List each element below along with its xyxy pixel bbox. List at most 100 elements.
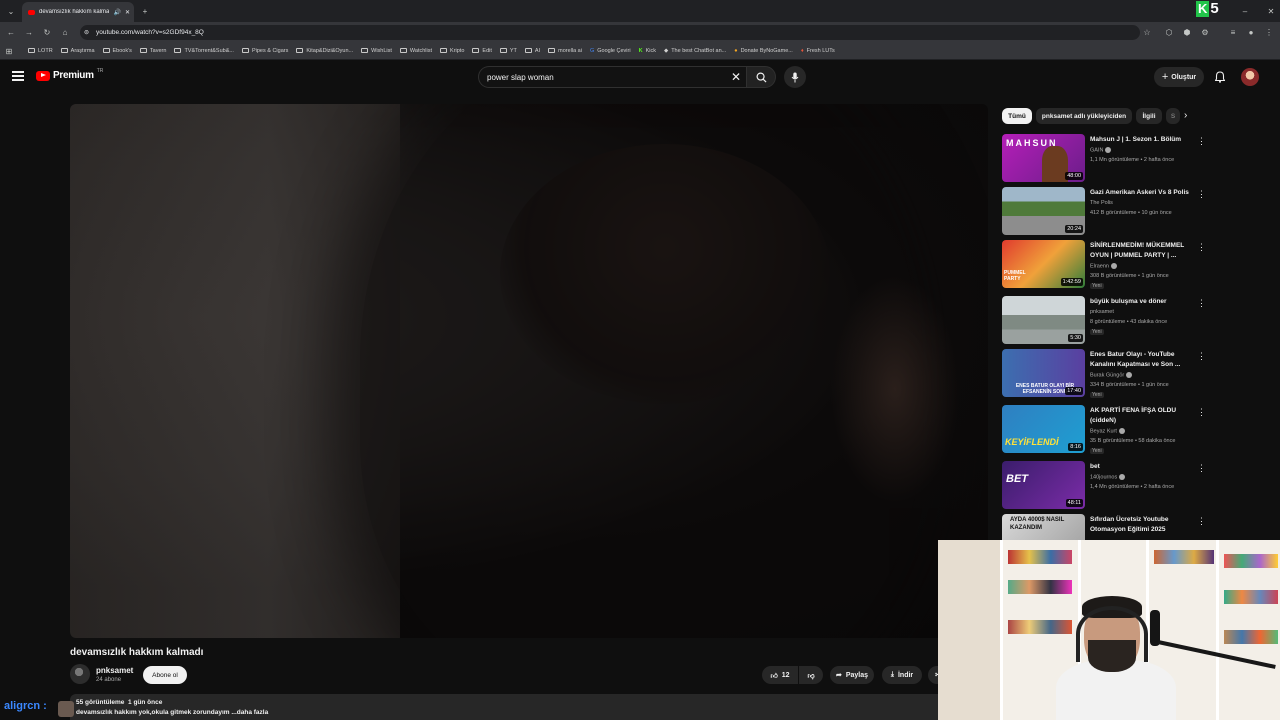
bookmark-lotr[interactable]: LOTR (28, 48, 53, 54)
recommendation-item[interactable]: AYDA 4000$ NASIL KAZANDIM Sıfırdan Ücret… (1002, 514, 1202, 540)
recommendation-item[interactable]: BET 48:11 bet 140journos 1,4 Mn görüntül… (1002, 461, 1206, 513)
folder-icon (440, 48, 448, 53)
media-controls-icon[interactable]: ≡ (1228, 27, 1238, 37)
recommendation-item[interactable]: 20:24 Gazi Amerikan Askeri Vs 8 Polis Th… (1002, 187, 1206, 239)
video-thumbnail[interactable]: MAHSUN 48:00 (1002, 134, 1085, 182)
description-box[interactable] (70, 694, 950, 720)
bookmark-ebooks[interactable]: Ebook's (102, 48, 132, 54)
video-thumbnail[interactable]: ENES BATUR OLAYI BİR EFSANENİN SONU 17:4… (1002, 349, 1085, 397)
profile-icon[interactable]: ● (1246, 27, 1256, 37)
tab-search-icon[interactable]: ⌄ (6, 6, 16, 16)
chip-from-uploader[interactable]: pnksamet adlı yükleyiciden (1036, 108, 1132, 124)
download-button[interactable]: ⤓ İndir (882, 666, 922, 684)
extension-shield-icon[interactable]: ⬢ (1182, 27, 1192, 37)
chevron-right-icon[interactable]: › (1184, 110, 1187, 121)
create-label: Oluştur (1171, 73, 1197, 81)
chip-all[interactable]: Tümü (1002, 108, 1032, 124)
recommendation-item[interactable]: MAHSUN 48:00 Mahsun J | 1. Sezon 1. Bölü… (1002, 134, 1206, 186)
bookmark-yt[interactable]: YT (499, 48, 517, 54)
recommendation-item[interactable]: 5:30 büyük buluşma ve döner pnksamet 8 g… (1002, 296, 1206, 348)
clear-search-icon[interactable]: ✕ (731, 70, 741, 84)
recommendation-item[interactable]: KEYİFLENDİ 8:16 AK PARTİ FENA İFŞA OLDU … (1002, 405, 1206, 457)
search-input[interactable]: power slap woman (478, 66, 746, 88)
more-options-icon[interactable]: ⋮ (1197, 298, 1206, 309)
video-thumbnail[interactable]: 5:30 (1002, 296, 1085, 344)
bookmark-kripto[interactable]: Kripto (440, 48, 464, 54)
bookmark-label: Fresh LUTs (806, 47, 835, 54)
create-button[interactable]: + Oluştur (1154, 67, 1204, 87)
bookmark-kick[interactable]: K Kick (639, 48, 656, 54)
more-options-icon[interactable]: ⋮ (1197, 516, 1202, 527)
books-row (1224, 590, 1278, 604)
more-options-icon[interactable]: ⋮ (1197, 136, 1206, 147)
chip-partial[interactable]: S (1166, 108, 1180, 124)
browser-menu-icon[interactable]: ⋮ (1264, 27, 1274, 37)
minimize-icon[interactable]: – (1240, 6, 1250, 16)
plus-icon: + (1161, 71, 1169, 83)
hamburger-menu-icon[interactable] (12, 71, 24, 81)
bookmark-tv-torrent[interactable]: TV&Torrent&Sub&... (174, 48, 234, 54)
youtube-premium-logo[interactable]: Premium TR (36, 68, 103, 81)
reload-icon[interactable]: ↻ (42, 27, 52, 37)
browser-tab[interactable]: devamsızlık hakkım kalmadı 🔊 ✕ (22, 2, 134, 22)
bookmark-tavern[interactable]: Tavern (139, 48, 166, 54)
extensions-puzzle-icon[interactable]: ⚙ (1200, 27, 1210, 37)
extension-icon[interactable]: ⬡ (1164, 27, 1174, 37)
bookmark-edit[interactable]: Edit (472, 48, 492, 54)
webcam-overlay (938, 540, 1280, 720)
more-options-icon[interactable]: ⋮ (1197, 189, 1206, 200)
bookmark-ai[interactable]: AI (524, 48, 540, 54)
more-options-icon[interactable]: ⋮ (1197, 407, 1206, 418)
back-icon[interactable]: ← (6, 27, 16, 37)
bookmark-donate[interactable]: ● Donate ByNoGame... (734, 48, 793, 54)
video-thumbnail[interactable]: KEYİFLENDİ 8:16 (1002, 405, 1085, 453)
window-close-icon[interactable]: ✕ (1266, 6, 1276, 16)
bookmark-arastirma[interactable]: Araştırma (60, 48, 95, 54)
bookmark-pipes[interactable]: Pipes & Cigars (241, 48, 288, 54)
bookmark-star-icon[interactable]: ☆ (1142, 27, 1152, 37)
more-options-icon[interactable]: ⋮ (1197, 463, 1206, 474)
more-options-icon[interactable]: ⋮ (1197, 242, 1206, 253)
bookmark-kitap[interactable]: Kitap&Dizi&Oyun... (296, 48, 353, 54)
bookmark-label: Donate ByNoGame... (740, 47, 793, 54)
dislike-button[interactable]: 👎︎ (799, 666, 823, 684)
address-bar[interactable]: ⊜ youtube.com/watch?v=s2GDf94x_8Q (80, 25, 1140, 40)
video-thumbnail[interactable]: PUMMEL PARTY 1:42:59 (1002, 240, 1085, 288)
voice-search-button[interactable] (784, 66, 806, 88)
video-thumbnail[interactable]: BET 48:11 (1002, 461, 1085, 509)
recommendation-title: SİNİRLENMEDİM! MÜKEMMEL OYUN | PUMMEL PA… (1090, 242, 1185, 259)
more-options-icon[interactable]: ⋮ (1197, 351, 1206, 362)
bookmark-watchlist[interactable]: Watchlist (399, 47, 433, 54)
video-thumbnail[interactable]: AYDA 4000$ NASIL KAZANDIM (1002, 514, 1085, 540)
video-player[interactable] (70, 104, 988, 638)
show-more-link[interactable]: ...daha fazla (231, 709, 268, 716)
notifications-bell-icon[interactable] (1212, 69, 1228, 85)
video-thumbnail[interactable]: 20:24 (1002, 187, 1085, 235)
like-button[interactable]: 👍︎ 12 (762, 666, 798, 684)
bookmark-chatbot[interactable]: ◆ The best ChatBot an... (664, 48, 726, 54)
subscribe-button[interactable]: Abone ol (143, 666, 187, 684)
channel-name[interactable]: pnksamet (96, 666, 133, 675)
bookmarks-bar: ⊞ LOTR Araştırma Ebook's Tavern TV&Torre… (0, 42, 1280, 60)
bookmark-fresh-luts[interactable]: ♦ Fresh LUTs (801, 48, 835, 54)
recommendation-item[interactable]: PUMMEL PARTY 1:42:59 SİNİRLENMEDİM! MÜKE… (1002, 240, 1206, 292)
share-button[interactable]: ➦ Paylaş (830, 666, 874, 684)
channel-avatar[interactable] (70, 664, 90, 684)
forward-icon[interactable]: → (24, 27, 34, 37)
tab-audio-icon[interactable]: 🔊 (113, 9, 120, 16)
bookmark-wishlist[interactable]: WishList (361, 48, 392, 54)
search-button[interactable] (746, 66, 776, 88)
bookmark-morella[interactable]: morella ai (548, 48, 582, 54)
apps-grid-icon[interactable]: ⊞ (4, 46, 14, 56)
new-tab-icon[interactable]: + (140, 6, 150, 16)
home-icon[interactable]: ⌂ (60, 27, 70, 37)
chip-related[interactable]: İlgili (1136, 108, 1162, 124)
recommendation-item[interactable]: ENES BATUR OLAYI BİR EFSANENİN SONU 17:4… (1002, 349, 1206, 401)
download-label: İndir (897, 671, 914, 679)
tab-close-icon[interactable]: ✕ (125, 9, 130, 16)
new-badge: Yeni (1090, 392, 1104, 398)
site-info-icon[interactable]: ⊜ (84, 29, 89, 36)
bookmark-google-ceviri[interactable]: G Google Çeviri (590, 48, 631, 54)
account-avatar[interactable] (1241, 68, 1259, 86)
bookmark-label: Watchlist (409, 47, 433, 54)
